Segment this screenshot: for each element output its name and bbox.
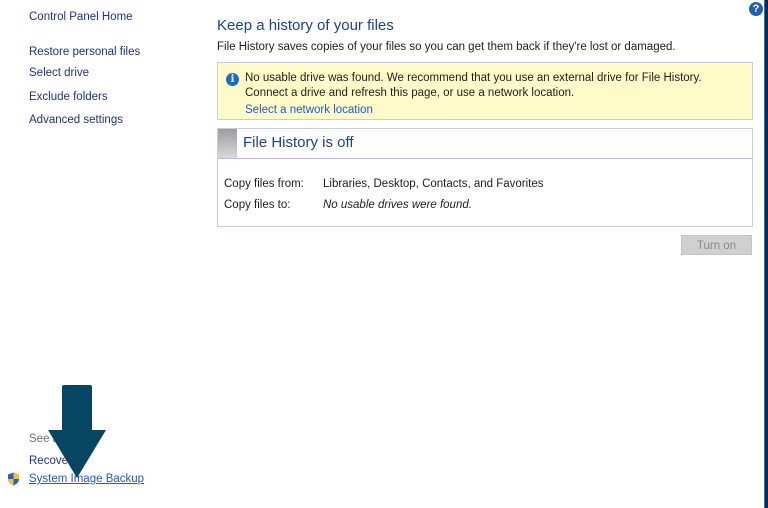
select-network-location-link[interactable]: Select a network location bbox=[245, 104, 373, 116]
copy-from-label: Copy files from: bbox=[224, 178, 304, 190]
down-arrow-annotation-icon bbox=[48, 385, 106, 478]
copy-from-value: Libraries, Desktop, Contacts, and Favori… bbox=[323, 178, 544, 190]
status-indicator bbox=[218, 129, 237, 158]
sidebar: Control Panel Home Restore personal file… bbox=[0, 0, 200, 508]
info-icon: i bbox=[226, 73, 239, 86]
copy-to-value: No usable drives were found. bbox=[323, 199, 472, 211]
sidebar-item-advanced-settings[interactable]: Advanced settings bbox=[29, 114, 123, 126]
page-description: File History saves copies of your files … bbox=[217, 41, 676, 53]
page-title: Keep a history of your files bbox=[217, 17, 394, 34]
sidebar-item-exclude-folders[interactable]: Exclude folders bbox=[29, 91, 108, 103]
copy-to-label: Copy files to: bbox=[224, 199, 291, 211]
window-border bbox=[764, 0, 768, 508]
file-history-status-panel: File History is off Copy files from: Lib… bbox=[217, 128, 753, 227]
uac-shield-icon bbox=[8, 472, 19, 486]
status-header: File History is off bbox=[218, 129, 752, 159]
turn-on-button[interactable]: Turn on bbox=[681, 235, 752, 255]
warning-text-line2: Connect a drive and refresh this page, o… bbox=[245, 87, 575, 99]
status-title: File History is off bbox=[243, 134, 354, 151]
help-icon[interactable]: ? bbox=[749, 2, 763, 16]
control-panel-home-link[interactable]: Control Panel Home bbox=[29, 11, 133, 23]
no-drive-warning: i No usable drive was found. We recommen… bbox=[217, 62, 753, 120]
sidebar-item-restore-personal-files[interactable]: Restore personal files bbox=[29, 46, 140, 58]
warning-text-line1: No usable drive was found. We recommend … bbox=[245, 72, 702, 84]
sidebar-item-select-drive[interactable]: Select drive bbox=[29, 67, 89, 79]
